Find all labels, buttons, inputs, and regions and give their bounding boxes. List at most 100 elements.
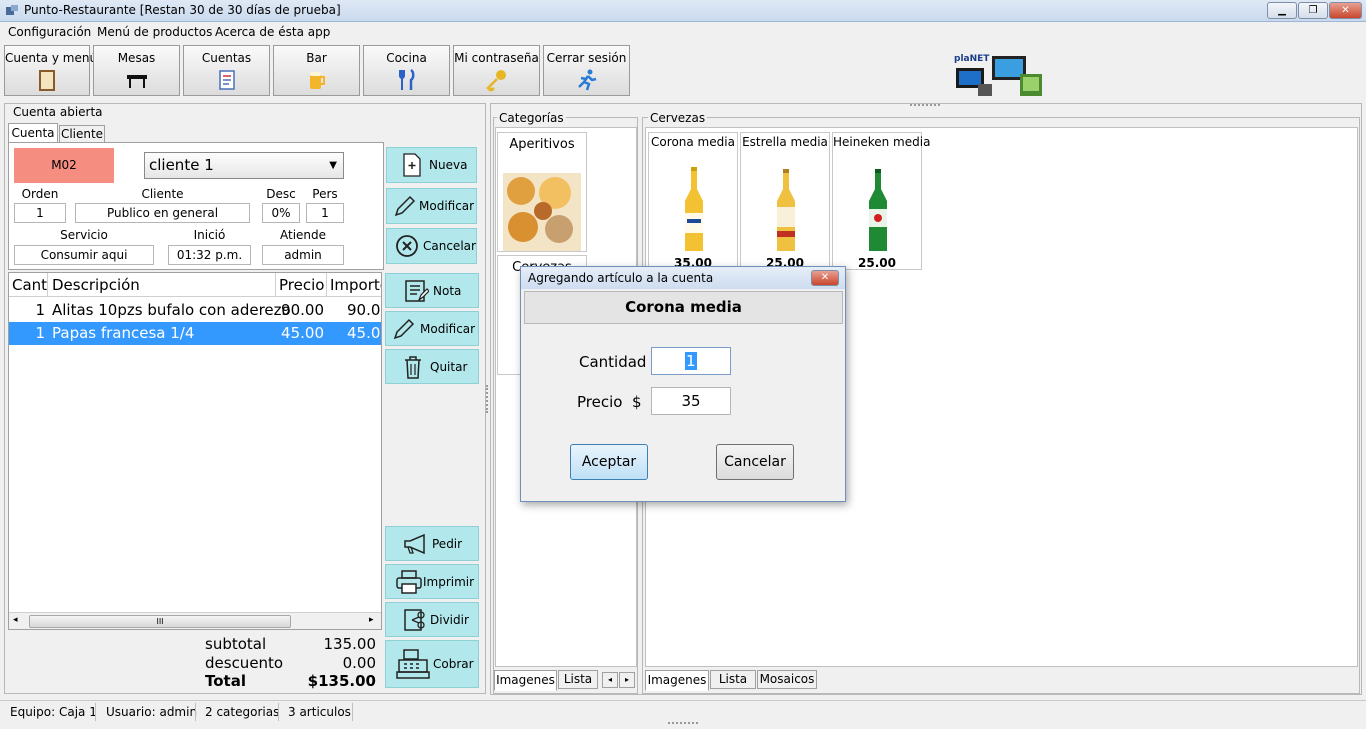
toolbar-cerrar-sesion-button[interactable]: Cerrar sesión (543, 45, 630, 96)
cancelar-cuenta-button[interactable]: Cancelar (386, 228, 477, 264)
cobrar-button[interactable]: Cobrar (385, 640, 479, 688)
close-button[interactable]: ✕ (1329, 2, 1362, 19)
row-precio: 45.00 (281, 324, 324, 342)
nueva-label: Nueva (429, 158, 468, 172)
cancelar-dialog-button[interactable]: Cancelar (716, 444, 794, 480)
toolbar-cuenta-menu-button[interactable]: Cuenta y menú (4, 45, 98, 96)
dialog-close-button[interactable]: ✕ (811, 270, 839, 286)
toolbar-cocina-button[interactable]: Cocina (363, 45, 450, 96)
toolbar-cuentas-button[interactable]: Cuentas (183, 45, 270, 96)
status-equipo: Equipo: Caja 1 (10, 705, 97, 719)
menu-acerca[interactable]: Acerca de ésta app (215, 25, 330, 39)
row-cant: 1 (35, 324, 45, 342)
atiende-field[interactable]: admin (262, 245, 344, 265)
modificar-cuenta-button[interactable]: Modificar (386, 188, 477, 224)
quitar-button[interactable]: Quitar (385, 349, 479, 384)
servicio-field[interactable]: Consumir aqui (14, 245, 154, 265)
pedir-label: Pedir (432, 536, 463, 551)
scroll-right-icon[interactable]: ▸ (369, 615, 374, 625)
tab-cuenta[interactable]: Cuenta (8, 123, 58, 143)
title-bar: Punto-Restaurante [Restan 30 de 30 días … (0, 0, 1366, 22)
table-row-selected[interactable]: 1 Papas francesa 1/4 45.00 45.00 (9, 322, 381, 345)
toolbar-label: Cuentas (201, 51, 252, 65)
trash-icon (405, 355, 421, 379)
table-row[interactable]: 1 Alitas 10pzs bufalo con aderezo 90.00 … (9, 299, 381, 321)
scroll-thumb[interactable]: III (29, 615, 291, 628)
dialog-product-name: Corona media (524, 291, 843, 324)
quitar-label: Quitar (430, 359, 468, 374)
nota-button[interactable]: Nota (385, 273, 479, 308)
status-categorias: 2 categorias (205, 705, 280, 719)
nueva-button[interactable]: Nueva (386, 147, 477, 183)
cantidad-value: 1 (685, 352, 697, 370)
status-usuario: Usuario: admin (106, 705, 198, 719)
prod-tab-mosaicos[interactable]: Mosaicos (757, 670, 817, 689)
bottom-grip (668, 722, 698, 725)
product-card-estrella[interactable]: Estrella media 25.00 (740, 132, 830, 270)
toolbar-bar-button[interactable]: Bar (273, 45, 360, 96)
prod-tab-lista[interactable]: Lista (710, 670, 756, 689)
inicio-field[interactable]: 01:32 p.m. (168, 245, 251, 265)
table-icon (126, 75, 147, 88)
tab-cliente[interactable]: Cliente (59, 125, 105, 143)
prod-tab-imagenes[interactable]: Imagenes (645, 670, 709, 691)
new-document-icon (403, 153, 421, 177)
modificar-label: Modificar (419, 199, 475, 213)
aceptar-button[interactable]: Aceptar (570, 444, 648, 480)
category-name: Aperitivos (509, 137, 575, 152)
dividir-button[interactable]: Dividir (385, 602, 479, 637)
row-importe: 45.00 (347, 324, 381, 342)
toolbar-contrasena-button[interactable]: Mi contraseña (453, 45, 540, 96)
chevron-down-icon: ▼ (329, 160, 337, 171)
precio-input[interactable]: 35 (651, 387, 731, 415)
menu-productos[interactable]: Menú de productos (97, 25, 212, 39)
printer-icon (396, 569, 422, 594)
receipt-icon (218, 70, 235, 90)
minimize-button[interactable]: ▁ (1267, 2, 1297, 19)
menu-configuracion[interactable]: Configuración (8, 25, 91, 39)
orden-label: Orden (21, 187, 59, 201)
maximize-button[interactable]: ❐ (1298, 2, 1328, 19)
desc-field[interactable]: 0% (262, 203, 300, 223)
imprimir-button[interactable]: Imprimir (385, 564, 479, 599)
fork-knife-icon (398, 68, 414, 90)
menu-board-icon (39, 70, 55, 91)
cuenta-abierta-label: Cuenta abierta (11, 105, 105, 119)
header-importe: Importe (330, 276, 381, 294)
modificar-item-button[interactable]: Modificar (385, 311, 479, 346)
splitter-handle[interactable] (486, 385, 489, 413)
client-select[interactable]: cliente 1 ▼ (144, 152, 344, 179)
toolbar-mesas-button[interactable]: Mesas (93, 45, 180, 96)
product-card-corona[interactable]: Corona media 35.00 (648, 132, 738, 270)
cervezas-label: Cervezas (648, 111, 708, 125)
header-descripcion: Descripción (52, 276, 140, 294)
cat-tab-imagenes[interactable]: Imagenes (494, 670, 557, 691)
cat-tab-lista[interactable]: Lista (558, 670, 598, 689)
product-price: 25.00 (858, 256, 896, 270)
category-card-aperitivos[interactable]: Aperitivos (497, 132, 587, 252)
tab-scroll-right-icon[interactable]: ▸ (619, 672, 635, 688)
megaphone-icon (404, 533, 425, 554)
scroll-left-icon[interactable]: ◂ (13, 615, 18, 625)
product-name: Heineken media (833, 135, 931, 149)
cliente-field[interactable]: Publico en general (75, 203, 250, 223)
heineken-bottle-image (869, 169, 887, 251)
dialog-title: Agregando artículo a la cuenta (528, 271, 714, 285)
cliente-label: Cliente (141, 187, 184, 201)
tab-scroll-left-icon[interactable]: ◂ (602, 672, 618, 688)
orden-field[interactable]: 1 (14, 203, 66, 223)
row-desc: Alitas 10pzs bufalo con aderezo (52, 301, 291, 319)
snacks-image (503, 173, 581, 251)
corona-bottle-image (685, 167, 703, 251)
cantidad-input[interactable]: 1 (651, 347, 731, 375)
atiende-label: Atiende (279, 228, 327, 242)
currency-symbol: $ (632, 393, 642, 411)
client-select-value: cliente 1 (149, 156, 214, 174)
toolbar-label: Cuenta y menú (5, 51, 98, 65)
product-card-heineken[interactable]: Heineken media 25.00 (832, 132, 931, 270)
horizontal-scrollbar[interactable]: ◂ III ▸ (9, 612, 381, 629)
inicio-label: Inició (193, 228, 226, 242)
pers-field[interactable]: 1 (306, 203, 344, 223)
running-person-icon (577, 69, 596, 91)
pedir-button[interactable]: Pedir (385, 526, 479, 561)
